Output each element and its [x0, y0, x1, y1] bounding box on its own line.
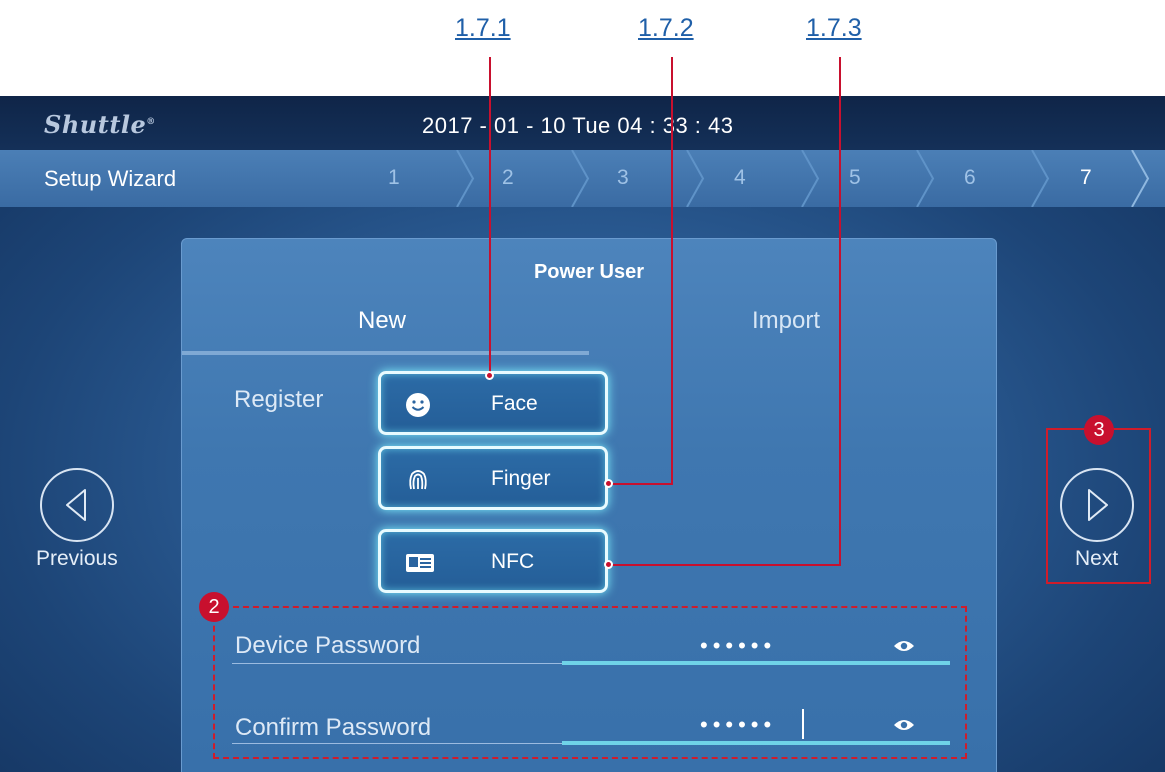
register-face-label: Face	[491, 392, 538, 415]
callout-ref-1-7-2[interactable]: 1.7.2	[638, 14, 694, 43]
step-separator-icon	[916, 150, 935, 207]
step-separator-icon	[1131, 150, 1150, 207]
tab-import[interactable]: Import	[752, 307, 820, 335]
top-bar: Shuttle® 2017 - 01 - 10 Tue 04 : 33 : 43	[0, 96, 1165, 150]
callout-leader-line	[608, 483, 673, 485]
wizard-step-6[interactable]: 6	[964, 166, 976, 190]
fingerprint-icon	[409, 470, 427, 490]
register-label: Register	[234, 386, 324, 413]
next-button-highlight	[1046, 428, 1151, 584]
step-separator-icon	[1031, 150, 1050, 207]
previous-label[interactable]: Previous	[36, 547, 118, 571]
callout-leader-line	[839, 57, 841, 566]
panel-title: Power User	[533, 261, 645, 283]
callout-leader-dot	[604, 479, 613, 488]
step-separator-icon	[801, 150, 820, 207]
callout-ref-1-7-3[interactable]: 1.7.3	[806, 14, 862, 43]
step-separator-icon	[571, 150, 590, 207]
callout-leader-line	[671, 57, 673, 485]
wizard-step-3[interactable]: 3	[617, 166, 629, 190]
previous-button[interactable]	[40, 468, 114, 542]
wizard-step-4[interactable]: 4	[734, 166, 746, 190]
register-nfc-button[interactable]: NFC	[378, 529, 608, 593]
step-separator-icon	[456, 150, 475, 207]
active-tab-indicator	[182, 351, 589, 355]
callout-badge-2: 2	[199, 592, 229, 622]
wizard-title: Setup Wizard	[44, 166, 177, 191]
register-nfc-label: NFC	[491, 550, 535, 573]
tab-new[interactable]: New	[358, 307, 406, 335]
date-time-display: 2017 - 01 - 10 Tue 04 : 33 : 43	[422, 113, 734, 138]
callout-leader-line	[608, 564, 841, 566]
callout-badge-3: 3	[1084, 415, 1114, 445]
callout-leader-line	[489, 57, 491, 375]
callout-ref-1-7-1[interactable]: 1.7.1	[455, 14, 511, 43]
register-finger-button[interactable]: Finger	[378, 446, 608, 510]
wizard-step-2[interactable]: 2	[502, 166, 514, 190]
password-section-highlight	[213, 606, 967, 759]
triangle-left-icon	[66, 489, 86, 521]
wizard-step-1[interactable]: 1	[388, 166, 400, 190]
callout-leader-dot	[604, 560, 613, 569]
setup-wizard-bar: Setup Wizard 1 2 3 4 5 6 7	[0, 150, 1165, 207]
wizard-step-7[interactable]: 7	[1080, 166, 1092, 190]
smiley-face-icon	[406, 393, 430, 417]
shuttle-logo: Shuttle®	[44, 110, 156, 139]
register-finger-label: Finger	[491, 467, 551, 490]
id-card-icon	[406, 554, 434, 572]
register-face-button[interactable]: Face	[378, 371, 608, 435]
step-separator-icon	[686, 150, 705, 207]
wizard-step-5[interactable]: 5	[849, 166, 861, 190]
callout-leader-dot	[485, 371, 494, 380]
